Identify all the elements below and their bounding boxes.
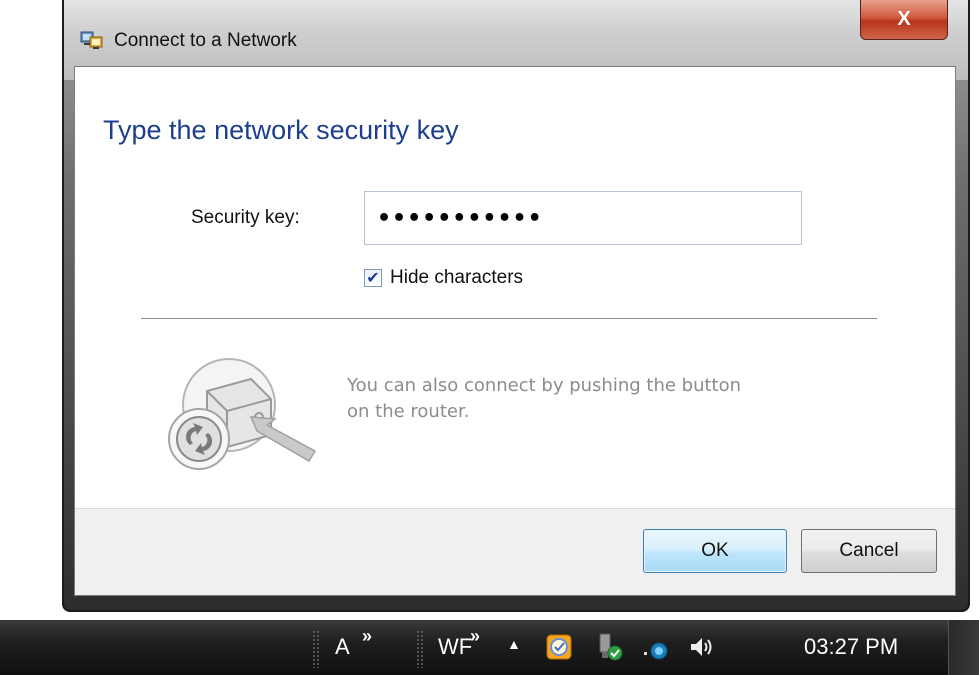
taskbar-clock[interactable]: 03:27 PM <box>804 634 898 660</box>
volume-icon[interactable] <box>686 632 716 662</box>
divider <box>141 318 877 319</box>
usb-device-icon[interactable] <box>594 632 624 662</box>
show-desktop-button[interactable] <box>948 620 979 675</box>
hide-characters-row[interactable]: ✔ Hide characters <box>364 266 523 290</box>
dialog-heading: Type the network security key <box>103 115 459 145</box>
hide-characters-label[interactable]: Hide characters <box>390 267 523 289</box>
close-button[interactable]: X <box>860 0 948 40</box>
dialog-content: Type the network security key Security k… <box>74 66 956 596</box>
security-key-input[interactable] <box>364 191 802 245</box>
cancel-button[interactable]: Cancel <box>801 529 937 573</box>
toolbar-wf-label[interactable]: WF <box>438 634 472 660</box>
toolbar-a-chevron-icon[interactable]: » <box>362 626 372 647</box>
outlook-icon[interactable] <box>544 632 574 662</box>
toolbar-grip[interactable] <box>416 630 424 668</box>
network-icon[interactable] <box>640 632 670 662</box>
checkmark-icon: ✔ <box>366 268 380 287</box>
taskbar: A » WF » ▲ 03:27 PM <box>0 620 979 675</box>
toolbar-grip[interactable] <box>312 630 320 668</box>
close-icon: X <box>897 8 911 30</box>
show-hidden-icons-icon[interactable]: ▲ <box>507 636 521 652</box>
toolbar-a-label[interactable]: A <box>335 634 350 660</box>
wps-router-icon <box>168 358 317 470</box>
dialog-footer: OK Cancel <box>75 508 955 595</box>
network-connection-icon <box>80 31 103 49</box>
ok-button[interactable]: OK <box>643 529 787 573</box>
toolbar-wf-chevron-icon[interactable]: » <box>470 626 480 647</box>
hide-characters-checkbox[interactable]: ✔ <box>364 269 382 287</box>
security-key-label: Security key: <box>191 207 300 228</box>
dialog-title: Connect to a Network <box>114 30 297 51</box>
connect-network-dialog: Connect to a Network X Type the network … <box>62 0 970 612</box>
wps-description: You can also connect by pushing the butt… <box>347 375 742 422</box>
